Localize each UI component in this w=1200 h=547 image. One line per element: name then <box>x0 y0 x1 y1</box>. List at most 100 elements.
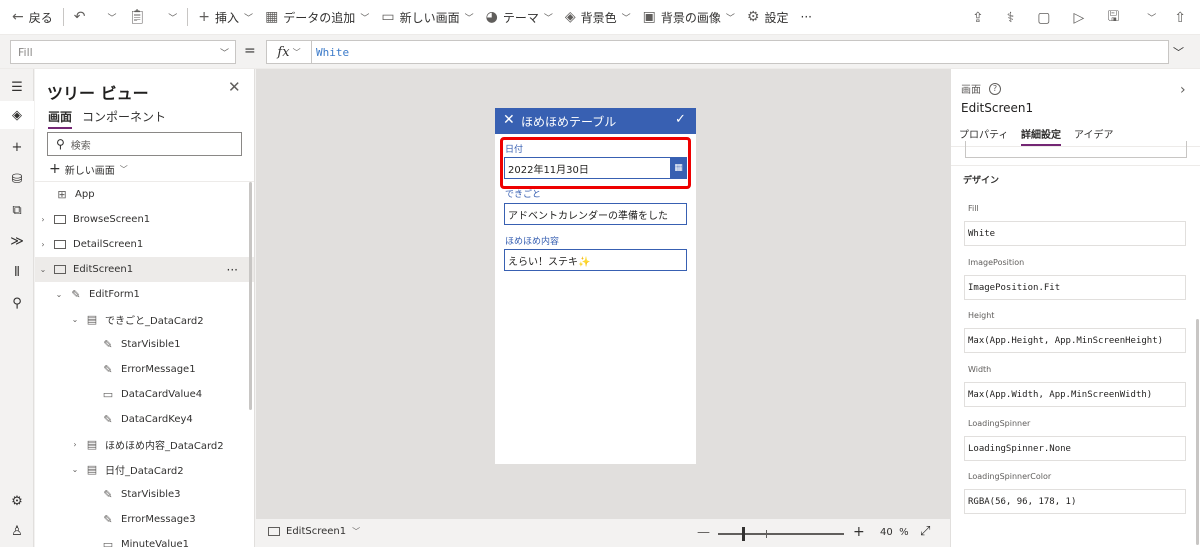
prop-input-loading-spinner-color[interactable]: RGBA(56, 96, 178, 1) <box>964 489 1186 514</box>
media-rail-button[interactable]: ⧉ <box>0 196 34 224</box>
fx-label: fx <box>277 44 290 60</box>
tab-screens[interactable]: 画面 <box>48 108 73 129</box>
tree-node-label: App <box>75 189 95 200</box>
tab-components[interactable]: コンポーネント <box>82 108 166 125</box>
tab-properties[interactable]: プロパティ <box>959 126 1008 141</box>
clipboard-icon: 📋︎ <box>128 9 147 25</box>
properties-scrollbar[interactable] <box>1196 319 1199 545</box>
search-rail-button[interactable]: ⚲ <box>0 289 34 317</box>
tree-node-edit-screen[interactable]: ⌄ EditScreen1 ··· <box>35 257 254 282</box>
fx-button[interactable]: fx ﹀ <box>266 40 312 64</box>
tree-node-app[interactable]: ⊞ App <box>35 182 254 207</box>
tree-node-datacard[interactable]: ⌄ ▤ できごと_DataCard2 <box>35 307 254 332</box>
collapse-panel-button[interactable]: › <box>1180 82 1186 98</box>
zoom-value: 40 % <box>880 527 909 538</box>
expand-formula-button[interactable]: ﹀ <box>1173 44 1184 60</box>
slider-thumb[interactable] <box>742 527 745 541</box>
tree-node-control[interactable]: ✎ StarVisible3 <box>35 482 254 507</box>
add-data-button[interactable]: ▦ データの追加 ﹀ <box>259 0 375 35</box>
background-image-button[interactable]: ▣ 背景の画像 ﹀ <box>637 0 741 35</box>
preview-button[interactable]: ▷ <box>1065 0 1099 35</box>
settings-rail-button[interactable]: ⚙ <box>0 487 34 515</box>
zoom-out-button[interactable]: — <box>697 525 710 540</box>
settings-button[interactable]: ⚙ 設定 <box>741 0 795 35</box>
paste-menu-button[interactable]: ﹀ <box>157 0 183 35</box>
tree-new-screen-button[interactable]: + 新しい画面 ﹀ <box>49 161 128 177</box>
app-checker-button[interactable]: ⚕ <box>998 0 1029 35</box>
tree-node-label: EditForm1 <box>89 289 140 300</box>
save-button[interactable]: 🖫︎ <box>1098 0 1133 35</box>
zoom-in-button[interactable]: + <box>853 524 865 540</box>
close-icon[interactable]: ✕ <box>503 112 515 128</box>
fit-to-window-button[interactable]: ⤢ <box>920 524 930 539</box>
hamburger-menu-button[interactable]: ☰ <box>0 73 34 101</box>
tree-node-control[interactable]: ✎ StarVisible1 <box>35 332 254 357</box>
save-menu-button[interactable]: ﹀ <box>1133 0 1165 35</box>
plus-icon: + <box>11 139 23 155</box>
tree-node-datacard[interactable]: ⌄ ▤ 日付_DataCard2 <box>35 457 254 482</box>
database-icon: ▦ <box>265 9 279 25</box>
tree-node-edit-form[interactable]: ⌄ ✎ EditForm1 <box>35 282 254 307</box>
zoom-slider[interactable] <box>718 527 844 541</box>
app-screen-preview[interactable]: ✕ ほめほめテーブル ✓ 日付 2022年11月30日 ▦ できごと アドベント… <box>495 108 696 464</box>
app-header-title: ほめほめテーブル <box>521 115 617 129</box>
back-button[interactable]: ← 戻る <box>0 0 59 35</box>
praise-input[interactable]: えらい！ステキ✨ <box>504 249 687 271</box>
command-bar-right: ⇪ ⚕ ▢ ▷ 🖫︎ ﹀ ⇧ <box>963 0 1200 35</box>
prop-input-width[interactable]: Max(App.Width, App.MinScreenWidth) <box>964 382 1186 407</box>
palette-icon: ◕ <box>485 9 498 25</box>
more-options-button[interactable]: ··· <box>227 263 238 277</box>
comments-button[interactable]: ▢ <box>1028 0 1064 35</box>
tree-node-datacard[interactable]: › ▤ ほめほめ内容_DataCard2 <box>35 432 254 457</box>
prop-input-height[interactable]: Max(App.Height, App.MinScreenHeight) <box>964 328 1186 353</box>
tree-scrollbar[interactable] <box>249 182 252 410</box>
close-tree-view-button[interactable]: ✕ <box>228 78 241 96</box>
gear-icon: ⚙ <box>746 9 760 25</box>
power-automate-rail-button[interactable]: ≫ <box>0 227 34 255</box>
advanced-tools-rail-button[interactable]: ⫴ <box>0 258 34 286</box>
prop-input-fill[interactable]: White <box>964 221 1186 246</box>
publish-button[interactable]: ⇧ <box>1165 0 1200 35</box>
paste-button[interactable]: 📋︎ <box>123 0 158 35</box>
background-color-button[interactable]: ◈ 背景色 ﹀ <box>559 0 637 35</box>
property-dropdown[interactable]: Fill ﹀ <box>10 40 236 64</box>
data-rail-button[interactable]: ⛁ <box>0 165 34 193</box>
property-input-partial[interactable] <box>965 141 1187 158</box>
equals-sign: = <box>244 43 256 59</box>
tree-node-control[interactable]: ✎ ErrorMessage3 <box>35 507 254 532</box>
insert-rail-button[interactable]: + <box>0 133 34 161</box>
virtual-agent-rail-button[interactable]: ♙ <box>0 517 34 545</box>
theme-button[interactable]: ◕ テーマ ﹀ <box>480 0 559 35</box>
undo-menu-button[interactable]: ﹀ <box>96 0 122 35</box>
tab-ideas[interactable]: アイデア <box>1074 126 1114 141</box>
field-label-event: できごと <box>505 190 542 200</box>
tree-search-input[interactable]: ⚲ 検索 <box>47 132 242 156</box>
event-input[interactable]: アドベントカレンダーの準備をした <box>504 203 687 225</box>
tree-node-control[interactable]: ✎ DataCardKey4 <box>35 407 254 432</box>
tree-node-control[interactable]: ▭ DataCardValue4 <box>35 382 254 407</box>
prop-input-loading-spinner[interactable]: LoadingSpinner.None <box>964 436 1186 461</box>
tree-node-control[interactable]: ▭ MinuteValue1 <box>35 532 254 547</box>
prop-label-loading-spinner-color: LoadingSpinnerColor <box>968 472 1052 481</box>
undo-button[interactable]: ↶ <box>68 0 97 35</box>
chevron-down-icon: ﹀ <box>360 13 370 24</box>
add-data-label: データの追加 <box>283 10 356 25</box>
design-canvas: ✕ ほめほめテーブル ✓ 日付 2022年11月30日 ▦ できごと アドベント… <box>256 69 950 518</box>
chevron-right-icon: › <box>41 240 45 249</box>
tree-node-browse-screen[interactable]: › BrowseScreen1 <box>35 207 254 232</box>
new-screen-button[interactable]: ▭ 新しい画面 ﹀ <box>375 0 479 35</box>
tree-view-button[interactable]: ◈ <box>0 101 34 129</box>
prop-input-image-position[interactable]: ImagePosition.Fit <box>964 275 1186 300</box>
tree-node-control[interactable]: ✎ ErrorMessage1 <box>35 357 254 382</box>
formula-input[interactable]: White <box>311 40 1169 64</box>
insert-button[interactable]: + 挿入 ﹀ <box>192 0 259 35</box>
tree-node-detail-screen[interactable]: › DetailScreen1 <box>35 232 254 257</box>
screen-selector[interactable]: EditScreen1 ﹀ <box>268 526 360 537</box>
share-button[interactable]: ⇪ <box>963 0 998 35</box>
checkmark-icon[interactable]: ✓ <box>675 112 686 127</box>
chevron-down-icon: ⌄ <box>39 265 47 274</box>
help-icon[interactable]: ? <box>989 82 1001 95</box>
slider-tick <box>766 530 767 538</box>
minus-icon: — <box>697 525 710 540</box>
more-button[interactable]: ··· <box>795 0 818 35</box>
